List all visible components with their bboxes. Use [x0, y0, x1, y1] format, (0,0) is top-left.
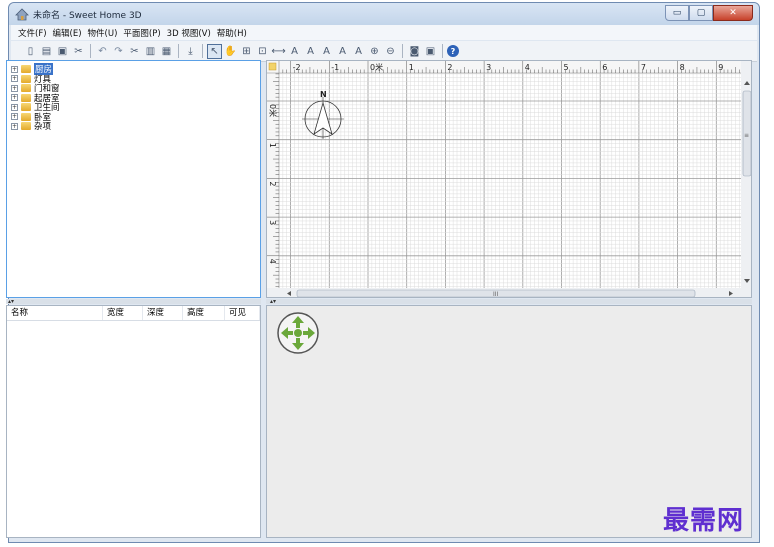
catalog-category-item[interactable]: + 杂项: [11, 121, 52, 132]
column-header[interactable]: 可见: [225, 306, 260, 320]
menu-item-1[interactable]: 编辑(E): [50, 27, 85, 39]
toolbar-separator: [202, 44, 203, 58]
column-header[interactable]: 高度: [183, 306, 225, 320]
x-ruler-label: 5: [564, 63, 569, 72]
menu-bar: 文件(F) 编辑(E) 物件(U) 平面图(P) 3D 视图(V) 帮助(H): [11, 25, 757, 40]
y-ruler-label: 1: [268, 143, 277, 148]
folder-icon: [21, 122, 31, 130]
zoom-out-icon[interactable]: ⊖: [383, 44, 398, 59]
splitter-arrows-icon[interactable]: ▴▾: [8, 298, 14, 305]
menu-item-0[interactable]: 文件(F): [15, 27, 50, 39]
plan-background: [267, 61, 751, 297]
copy-icon[interactable]: ▥: [143, 44, 158, 59]
cut-prefs-icon[interactable]: ✂: [71, 44, 86, 59]
folder-icon: [21, 84, 31, 92]
x-ruler-label: -1: [331, 63, 339, 72]
menu-item-4[interactable]: 3D 视图(V): [164, 27, 214, 39]
folder-icon: [21, 74, 31, 83]
create-photo-icon[interactable]: ◙: [407, 44, 422, 59]
add-furniture-icon[interactable]: ⤓: [183, 44, 198, 59]
menu-item-2[interactable]: 物件(U): [85, 27, 121, 39]
furniture-list[interactable]: 名称 宽度 深度 高度 可见: [6, 305, 261, 538]
toolbar-separator: [178, 44, 179, 58]
expand-icon[interactable]: +: [11, 94, 18, 101]
title-bar[interactable]: 未命名 - Sweet Home 3D ▭ ▢ ✕: [9, 3, 759, 25]
x-ruler-label: 7: [641, 63, 646, 72]
pan-mode-icon[interactable]: ✋: [223, 44, 238, 59]
expand-icon[interactable]: +: [11, 65, 18, 73]
x-ruler-label: 2: [447, 63, 452, 72]
left-splitter[interactable]: ▴▾: [6, 298, 261, 305]
expand-icon[interactable]: +: [11, 75, 18, 82]
select-mode-icon[interactable]: ↖: [207, 43, 222, 59]
x-ruler-label: 3: [486, 63, 491, 72]
x-ruler-label: 0米: [370, 62, 383, 72]
redo-icon[interactable]: ↷: [111, 44, 126, 59]
expand-icon[interactable]: +: [11, 103, 18, 111]
decrease-text-icon[interactable]: A: [319, 44, 334, 59]
menu-item-3[interactable]: 平面图(P): [120, 27, 163, 39]
folder-icon: [21, 103, 31, 111]
right-splitter[interactable]: ▴▾: [266, 298, 752, 305]
create-walls-icon[interactable]: ⊞: [239, 44, 254, 59]
plan-view[interactable]: -2 -1 0米 1 2 3 4 5 6 7 8 9 0米 1 2 3 4 N ≡ III: [266, 60, 752, 298]
new-home-icon[interactable]: ▯: [23, 44, 38, 59]
furniture-table-header: 名称 宽度 深度 高度 可见: [7, 306, 260, 321]
furniture-catalog-tree[interactable]: + 厨房 + 灯具 + 门和窗 + 起居室 + 卫生间 + 卧室 + 杂项: [6, 60, 261, 298]
undo-icon[interactable]: ↶: [95, 44, 110, 59]
folder-icon: [21, 112, 31, 121]
column-header[interactable]: 深度: [143, 306, 183, 320]
x-ruler-label: 9: [718, 63, 723, 72]
compass-north-label: N: [320, 90, 327, 99]
x-ruler-label: 4: [525, 63, 530, 72]
create-rooms-icon[interactable]: ⊡: [255, 44, 270, 59]
window-title: 未命名 - Sweet Home 3D: [33, 11, 142, 21]
expand-icon[interactable]: +: [11, 113, 18, 120]
create-video-icon[interactable]: ▣: [423, 44, 438, 59]
horizontal-scroll-grip: III: [493, 291, 499, 298]
catalog-category-label: 杂项: [34, 122, 52, 132]
ruler-corner-icon: [268, 62, 277, 71]
bold-text-icon[interactable]: A: [335, 44, 350, 59]
x-ruler-label: 1: [409, 63, 414, 72]
column-header[interactable]: 名称: [7, 306, 103, 320]
navigation-arrows-icon[interactable]: [275, 310, 321, 356]
y-ruler-label: 4: [268, 259, 277, 264]
increase-text-icon[interactable]: A: [303, 44, 318, 59]
close-button[interactable]: ✕: [713, 5, 753, 21]
y-ruler-label: 0米: [268, 104, 278, 117]
create-labels-icon[interactable]: A: [287, 44, 302, 59]
window-buttons: ▭ ▢ ✕: [665, 5, 753, 21]
toolbar-separator: [402, 44, 403, 58]
splitter-arrows-icon[interactable]: ▴▾: [270, 298, 276, 305]
x-ruler-label: 8: [680, 63, 685, 72]
toolbar-separator: [90, 44, 91, 58]
open-icon[interactable]: ▤: [39, 44, 54, 59]
watermark: 最需网: [663, 506, 745, 536]
x-ruler-label: 6: [602, 63, 607, 72]
expand-icon[interactable]: +: [11, 84, 18, 92]
plan-canvas[interactable]: -2 -1 0米 1 2 3 4 5 6 7 8 9 0米 1 2 3 4 N ≡ III: [267, 61, 752, 298]
menu-item-5[interactable]: 帮助(H): [214, 27, 250, 39]
folder-icon: [21, 93, 31, 102]
zoom-in-icon[interactable]: ⊕: [367, 44, 382, 59]
italic-text-icon[interactable]: A: [351, 44, 366, 59]
help-icon[interactable]: ?: [447, 45, 459, 57]
toolbar: ▯ ▤ ▣ ✂ ↶ ↷ ✂ ▥ ▦ ⤓ ↖ ✋ ⊞ ⊡ ⟷ A A A A A ⊕ ⊖ ◙ ▣?: [11, 41, 757, 62]
vertical-scroll-grip: ≡: [744, 132, 749, 139]
x-ruler-label: -2: [293, 63, 301, 72]
folder-icon: [21, 65, 31, 73]
maximize-button[interactable]: ▢: [689, 5, 713, 21]
paste-icon[interactable]: ▦: [159, 44, 174, 59]
minimize-button[interactable]: ▭: [665, 5, 689, 21]
column-header[interactable]: 宽度: [103, 306, 143, 320]
save-icon[interactable]: ▣: [55, 44, 70, 59]
cut-icon[interactable]: ✂: [127, 44, 142, 59]
y-ruler-label: 3: [268, 220, 277, 225]
create-dimensions-icon[interactable]: ⟷: [271, 44, 286, 59]
expand-icon[interactable]: +: [11, 122, 18, 130]
y-ruler-label: 2: [268, 181, 277, 186]
toolbar-separator: [442, 44, 443, 58]
app-icon: [15, 8, 29, 21]
